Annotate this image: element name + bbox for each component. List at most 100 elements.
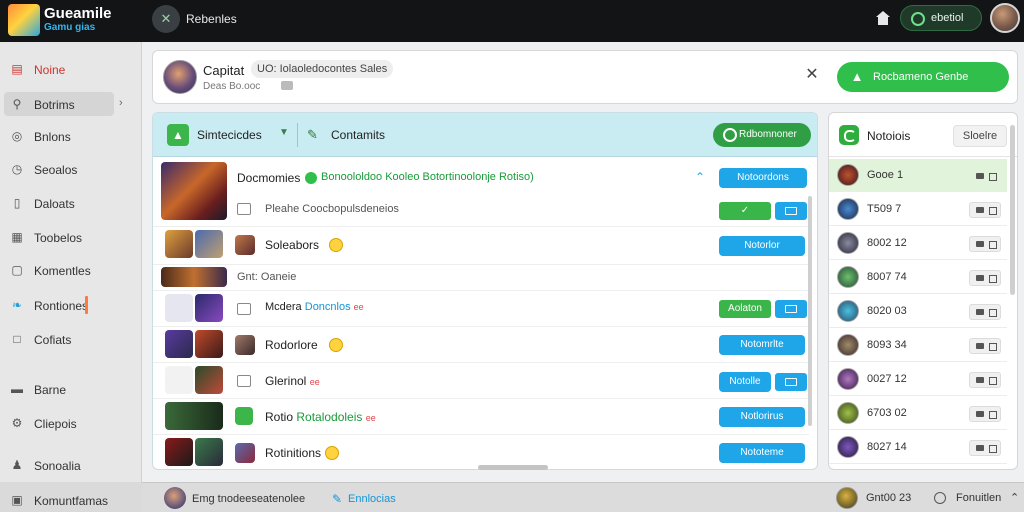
table-row[interactable]: Docmomies Bonoololdoo Kooleo Botortinool… bbox=[153, 159, 809, 227]
sidebar-item-recent[interactable]: ◷ Seoalos bbox=[4, 157, 136, 181]
row-action-button[interactable]: Notorlor bbox=[719, 236, 805, 256]
list-item[interactable]: 8002 12 bbox=[829, 227, 1007, 260]
row-card-button[interactable] bbox=[775, 300, 807, 318]
game-icon bbox=[235, 443, 255, 463]
row-title: Soleabors bbox=[265, 238, 320, 252]
status-button[interactable]: ebetiol bbox=[900, 5, 982, 31]
row-action-button[interactable]: Notoordons bbox=[719, 168, 807, 188]
game-icon bbox=[235, 235, 255, 255]
table-row[interactable]: Rotio Rotalodoleis ee Notlorirus bbox=[153, 399, 809, 435]
table-row[interactable]: Gnt: Oaneie bbox=[153, 265, 809, 291]
sidebar-item-community[interactable]: ▣ Komuntfamas bbox=[4, 488, 136, 512]
row-action-button[interactable]: Notolle bbox=[719, 372, 771, 392]
card-icon[interactable] bbox=[969, 236, 1001, 252]
app-subtitle: Gamu gias bbox=[44, 22, 96, 33]
add-icon[interactable]: ▲ bbox=[167, 124, 189, 146]
primary-action-label: Rocbameno Genbe bbox=[873, 71, 969, 83]
avatar bbox=[837, 334, 859, 356]
card-icon[interactable] bbox=[969, 270, 1001, 286]
sidebar-item-contacts[interactable]: □ Cofiats bbox=[4, 327, 136, 351]
edit-icon[interactable]: ✎ bbox=[332, 492, 342, 506]
profile-chip[interactable]: UO: Iolaoledocontes Sales bbox=[251, 60, 394, 78]
table-row[interactable]: Glerinol ee Notolle bbox=[153, 363, 809, 399]
sidebar-item-documents[interactable]: ▯ Daloats bbox=[4, 191, 136, 215]
filter-select[interactable]: Simtecicdes bbox=[197, 128, 262, 142]
toolbar: ▲ Simtecicdes ▼ ✎ Contamits Rdbomnoner bbox=[153, 113, 817, 157]
contacts-tab[interactable]: Contamits bbox=[331, 128, 385, 142]
chevron-up-icon[interactable]: ⌃ bbox=[1010, 491, 1019, 504]
row-title: Glerinol bbox=[265, 374, 307, 388]
avatar bbox=[837, 232, 859, 254]
toolbar-action-button[interactable]: Rdbomnoner bbox=[713, 123, 811, 147]
card-icon[interactable] bbox=[969, 304, 1001, 320]
sidebar-item-social[interactable]: ♟ Sonoalia bbox=[4, 453, 136, 477]
notifications-scrollbar[interactable] bbox=[1010, 125, 1015, 295]
card-icon[interactable] bbox=[969, 372, 1001, 388]
bottom-right-action[interactable]: Fonuitlen bbox=[956, 492, 1001, 504]
sidebar-item-label: Sonoalia bbox=[34, 459, 81, 473]
sidebar-item-explore[interactable]: ◎ Bnlons bbox=[4, 124, 136, 148]
row-check-button[interactable]: Aolaton bbox=[719, 300, 771, 318]
close-icon[interactable]: ✕ bbox=[804, 67, 820, 83]
leaf-icon: ❧ bbox=[11, 298, 23, 312]
card-icon[interactable] bbox=[969, 202, 1001, 218]
list-item[interactable]: 8020 03 bbox=[829, 295, 1007, 328]
main-scrollbar[interactable] bbox=[808, 196, 812, 426]
row-card-button[interactable] bbox=[775, 373, 807, 391]
edit-icon[interactable]: ✎ bbox=[307, 127, 318, 143]
row-tag: ee bbox=[309, 377, 320, 387]
game-thumbnail bbox=[195, 330, 223, 358]
sidebar-item-calendar[interactable]: ▦ Toobelos bbox=[4, 225, 136, 249]
card-icon[interactable] bbox=[969, 406, 1001, 422]
top-nav-label[interactable]: Rebenles bbox=[186, 12, 237, 26]
card-icon[interactable] bbox=[969, 338, 1001, 354]
sidebar-item-active[interactable]: ❧ Rontiones bbox=[4, 293, 136, 317]
card-icon[interactable] bbox=[969, 168, 1001, 184]
list-item[interactable]: 8093 34 bbox=[829, 329, 1007, 362]
list-item-label: 8027 14 bbox=[867, 441, 907, 453]
row-action-button[interactable]: Notomrlte bbox=[719, 335, 805, 355]
app-logo[interactable] bbox=[8, 4, 40, 36]
bottom-link[interactable]: Ennlocias bbox=[348, 493, 396, 505]
notifications-button[interactable]: Sloelre bbox=[953, 125, 1007, 147]
message-input[interactable]: Emg tnodeeseatenolee bbox=[192, 493, 305, 505]
game-thumbnail bbox=[165, 402, 223, 430]
list-item[interactable]: T509 7 bbox=[829, 193, 1007, 226]
row-check-button[interactable]: ✓ bbox=[719, 202, 771, 220]
list-item[interactable]: 0027 12 bbox=[829, 363, 1007, 396]
row-title: Rotinitions bbox=[265, 446, 322, 460]
list-item[interactable]: 6703 02 bbox=[829, 397, 1007, 430]
chevron-up-icon[interactable]: ⌃ bbox=[695, 170, 705, 184]
avatar[interactable] bbox=[836, 487, 858, 509]
list-item[interactable]: 8027 14 bbox=[829, 431, 1007, 464]
primary-action-button[interactable]: ▲ Rocbameno Genbe bbox=[837, 62, 1009, 92]
row-card-button[interactable] bbox=[775, 202, 807, 220]
row-tag: ee bbox=[353, 302, 364, 312]
table-row[interactable]: Mcdera Doncnlos ee Aolaton bbox=[153, 291, 809, 327]
bottom-bar: Emg tnodeeseatenolee ✎ Ennlocias Gnt00 2… bbox=[142, 482, 1024, 512]
game-thumbnail bbox=[161, 162, 227, 220]
profile-avatar[interactable] bbox=[163, 60, 197, 94]
sidebar-item-home[interactable]: ▤ Noine bbox=[4, 57, 136, 81]
row-action-button[interactable]: Notlorirus bbox=[719, 407, 805, 427]
grid-icon: ▣ bbox=[11, 493, 23, 507]
user-avatar[interactable] bbox=[990, 3, 1020, 33]
horizontal-scrollbar[interactable] bbox=[478, 465, 548, 470]
chevron-down-icon[interactable]: ▼ bbox=[279, 127, 289, 138]
game-thumbnail bbox=[195, 438, 223, 466]
list-item[interactable]: 8007 74 bbox=[829, 261, 1007, 294]
sidebar-item-comments[interactable]: ▢ Komentles bbox=[4, 258, 136, 282]
row-action-button[interactable]: Nototeme bbox=[719, 443, 805, 463]
home-icon[interactable] bbox=[874, 9, 892, 27]
sidebar-item-folder[interactable]: ▬ Barne bbox=[4, 377, 136, 401]
card-icon[interactable] bbox=[969, 440, 1001, 456]
avatar[interactable] bbox=[164, 487, 186, 509]
top-bar: Gueamile Gamu gias ✕ Rebenles ebetiol bbox=[0, 0, 1024, 42]
nav-toggle-icon[interactable]: ✕ bbox=[152, 5, 180, 33]
sidebar-item-search[interactable]: ⚲ Botrims › bbox=[4, 92, 123, 116]
row-accent: Doncnlos bbox=[304, 301, 351, 313]
table-row[interactable]: Rodorlore Notomrlte bbox=[153, 327, 809, 363]
sidebar-item-settings[interactable]: ⚙ Cliepois bbox=[4, 411, 136, 435]
table-row[interactable]: Soleabors Notorlor bbox=[153, 227, 809, 265]
list-item[interactable]: Gooe 1 bbox=[829, 159, 1007, 192]
